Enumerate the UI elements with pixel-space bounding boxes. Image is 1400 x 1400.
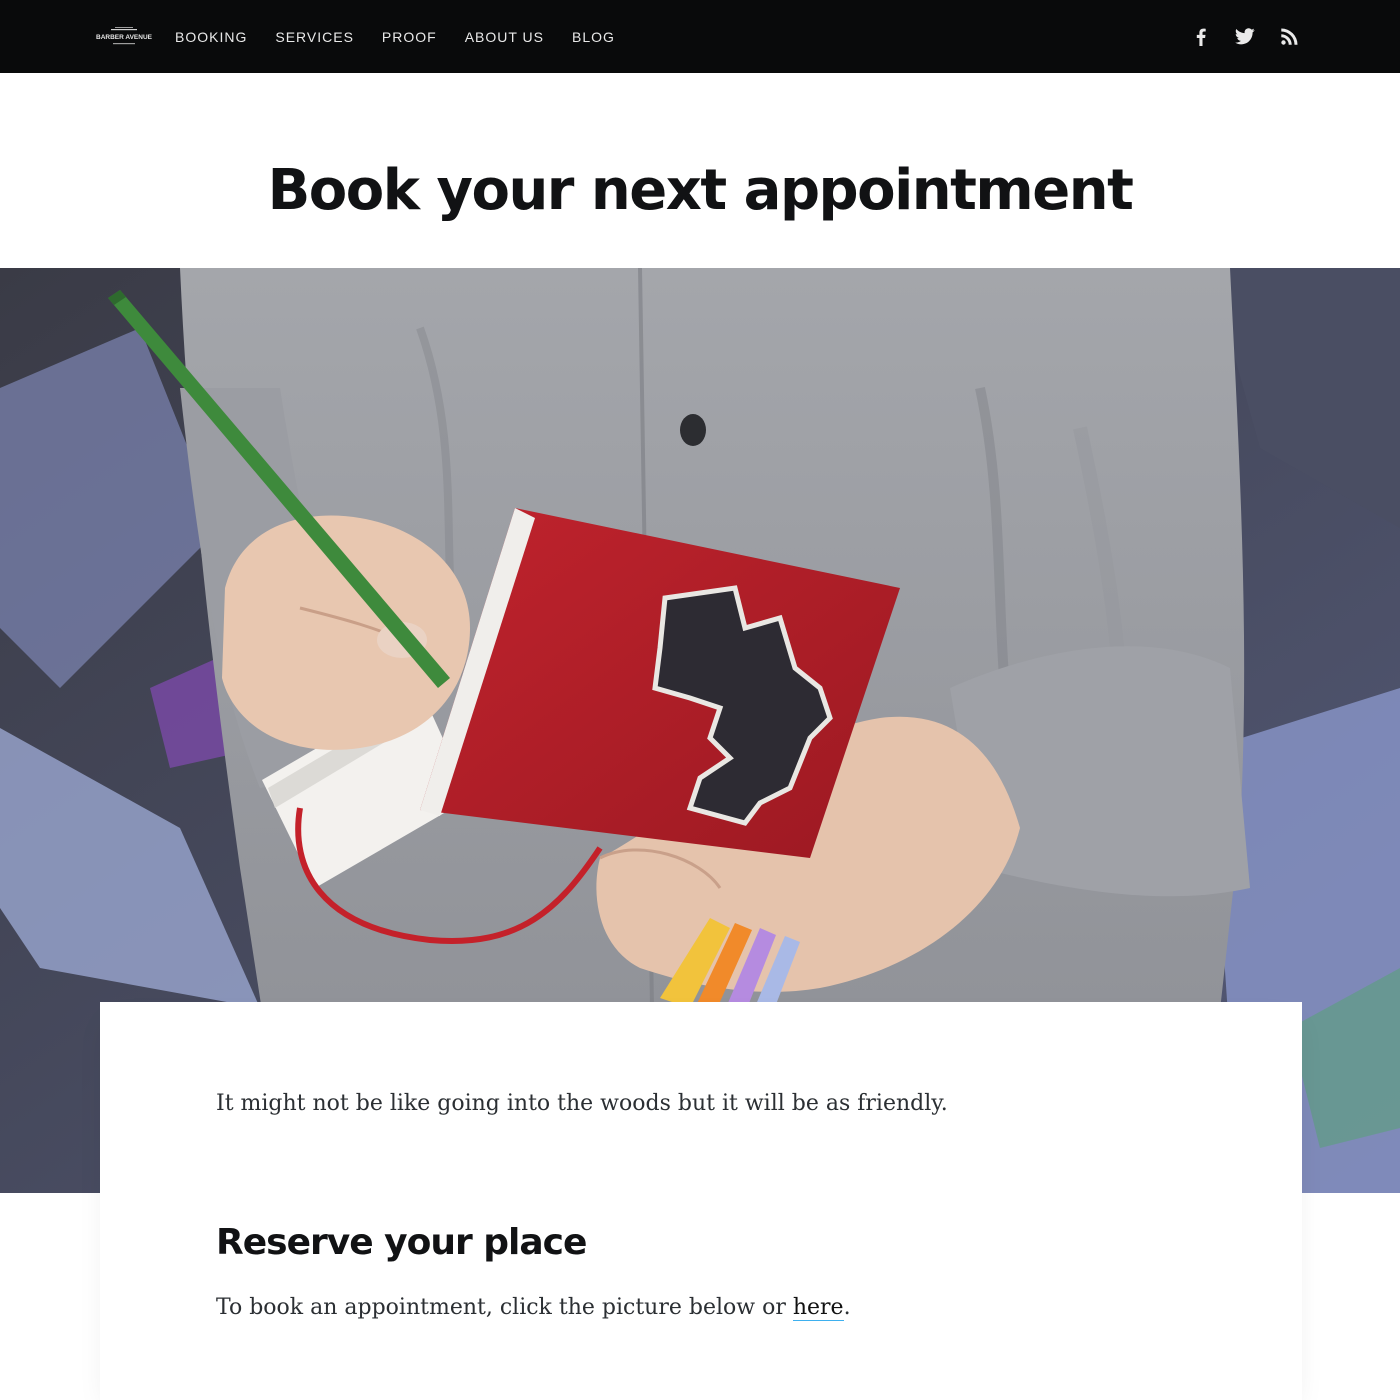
intro-paragraph: It might not be like going into the wood… xyxy=(216,1091,948,1116)
social-links xyxy=(1168,0,1300,73)
booking-text-suffix: . xyxy=(843,1295,851,1320)
section-heading-reserve: Reserve your place xyxy=(216,1222,587,1263)
booking-text-prefix: To book an appointment, click the pictur… xyxy=(216,1295,793,1320)
twitter-icon[interactable] xyxy=(1234,26,1256,48)
logo-mark-bottom-icon xyxy=(113,42,135,44)
nav-about-us[interactable]: ABOUT US xyxy=(465,29,544,45)
main-nav: BOOKING SERVICES PROOF ABOUT US BLOG xyxy=(175,0,643,73)
booking-paragraph: To book an appointment, click the pictur… xyxy=(216,1292,1196,1324)
nav-booking[interactable]: BOOKING xyxy=(175,29,247,45)
booking-here-link[interactable]: here xyxy=(792,1295,844,1321)
rss-icon[interactable] xyxy=(1278,26,1300,48)
nav-proof[interactable]: PROOF xyxy=(382,29,437,45)
nav-blog[interactable]: BLOG xyxy=(572,29,615,45)
content-card: It might not be like going into the wood… xyxy=(100,1002,1302,1400)
site-logo[interactable]: BARBER AVENUE xyxy=(96,22,152,52)
logo-text: BARBER AVENUE xyxy=(96,33,152,41)
page-title: Book your next appointment xyxy=(267,158,1134,223)
nav-services[interactable]: SERVICES xyxy=(275,29,354,45)
facebook-icon[interactable] xyxy=(1190,26,1212,48)
site-header: BARBER AVENUE BOOKING SERVICES PROOF ABO… xyxy=(0,0,1400,73)
